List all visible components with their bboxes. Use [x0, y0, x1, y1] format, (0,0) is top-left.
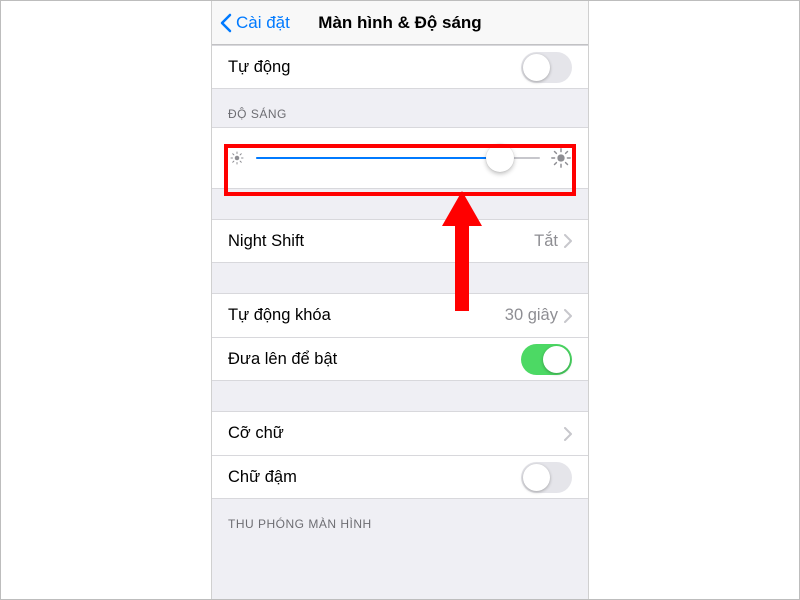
row-text-size[interactable]: Cỡ chữ: [212, 411, 588, 455]
brightness-high-icon: [550, 147, 572, 169]
chevron-right-icon: [564, 234, 572, 248]
chevron-right-icon: [564, 427, 572, 441]
auto-lock-label: Tự động khóa: [228, 306, 505, 325]
auto-lock-value: 30 giây: [505, 306, 558, 325]
page-title: Màn hình & Độ sáng: [318, 13, 481, 33]
raise-to-wake-switch[interactable]: [521, 344, 572, 375]
phone-screen: Cài đặt Màn hình & Độ sáng Tự động ĐỘ SÁ…: [211, 1, 589, 599]
night-shift-label: Night Shift: [228, 232, 534, 251]
brightness-slider-row: [212, 127, 588, 189]
row-auto-lock[interactable]: Tự động khóa 30 giây: [212, 293, 588, 337]
back-button[interactable]: Cài đặt: [220, 1, 290, 45]
row-raise-to-wake[interactable]: Đưa lên để bật: [212, 337, 588, 381]
bold-text-label: Chữ đậm: [228, 468, 521, 487]
auto-brightness-label: Tự động: [228, 58, 521, 77]
auto-brightness-switch[interactable]: [521, 52, 572, 83]
brightness-section-header: ĐỘ SÁNG: [212, 89, 588, 127]
zoom-section-header: THU PHÓNG MÀN HÌNH: [212, 499, 588, 537]
row-auto-brightness[interactable]: Tự động: [212, 45, 588, 89]
row-bold-text[interactable]: Chữ đậm: [212, 455, 588, 499]
chevron-right-icon: [564, 309, 572, 323]
brightness-slider-thumb[interactable]: [486, 144, 514, 172]
row-night-shift[interactable]: Night Shift Tắt: [212, 219, 588, 263]
bold-text-switch[interactable]: [521, 462, 572, 493]
night-shift-value: Tắt: [534, 232, 558, 251]
brightness-slider[interactable]: [256, 144, 540, 172]
brightness-low-icon: [228, 149, 246, 167]
back-label: Cài đặt: [236, 13, 290, 33]
chevron-left-icon: [220, 13, 232, 33]
text-size-label: Cỡ chữ: [228, 424, 564, 443]
nav-bar: Cài đặt Màn hình & Độ sáng: [212, 1, 588, 45]
raise-to-wake-label: Đưa lên để bật: [228, 350, 521, 369]
settings-content: Tự động ĐỘ SÁNG: [212, 45, 588, 599]
